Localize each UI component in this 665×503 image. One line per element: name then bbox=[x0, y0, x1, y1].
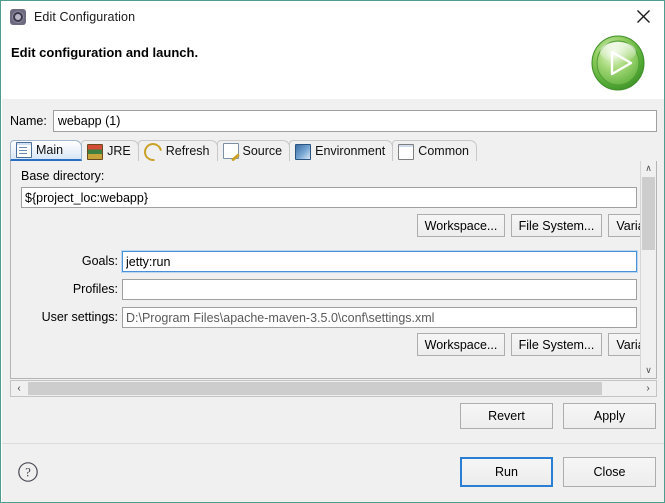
panel-horizontal-scrollbar[interactable]: ‹ › bbox=[10, 380, 657, 397]
user-settings-input[interactable] bbox=[122, 307, 637, 328]
jre-books-icon bbox=[87, 143, 104, 160]
name-label: Name: bbox=[10, 114, 47, 128]
close-icon[interactable] bbox=[621, 2, 664, 31]
revert-apply-button-group: Revert Apply bbox=[460, 403, 656, 429]
user-settings-file-system-button[interactable]: File System... bbox=[511, 333, 602, 356]
close-button[interactable]: Close bbox=[563, 457, 656, 487]
header-banner: Edit configuration and launch. bbox=[2, 31, 664, 100]
title-bar: Edit Configuration bbox=[2, 2, 664, 31]
base-directory-file-system-button[interactable]: File System... bbox=[511, 214, 602, 237]
edit-configuration-dialog: Edit Configuration Edit configuration an… bbox=[0, 0, 665, 503]
help-question-icon[interactable]: ? bbox=[17, 461, 39, 483]
base-directory-input[interactable] bbox=[21, 187, 637, 208]
dialog-footer: ? Run Close bbox=[2, 443, 664, 502]
base-directory-workspace-button[interactable]: Workspace... bbox=[417, 214, 505, 237]
tab-common[interactable]: Common bbox=[392, 140, 478, 161]
user-settings-label: User settings: bbox=[41, 310, 118, 324]
tab-refresh[interactable]: Refresh bbox=[137, 139, 218, 165]
scroll-right-arrow-icon[interactable]: › bbox=[640, 381, 656, 396]
user-settings-workspace-button[interactable]: Workspace... bbox=[417, 333, 505, 356]
run-button[interactable]: Run bbox=[460, 457, 553, 487]
goals-label: Goals: bbox=[81, 254, 118, 268]
scroll-up-arrow-icon[interactable]: ∧ bbox=[641, 161, 656, 176]
tab-jre-label: JRE bbox=[107, 144, 131, 158]
tab-source-label: Source bbox=[242, 144, 283, 158]
window-title: Edit Configuration bbox=[34, 9, 136, 24]
scroll-left-arrow-icon[interactable]: ‹ bbox=[11, 381, 27, 396]
configuration-gear-icon bbox=[10, 8, 26, 25]
panel-vertical-scrollbar[interactable]: ∧ ∨ bbox=[640, 161, 656, 378]
tab-environment-label: Environment bbox=[315, 144, 386, 158]
main-tab-content: Base directory: Workspace... File System… bbox=[11, 161, 656, 378]
page-title: Edit configuration and launch. bbox=[11, 45, 199, 60]
vertical-scroll-thumb[interactable] bbox=[642, 177, 655, 250]
environment-icon bbox=[295, 144, 312, 160]
tab-jre[interactable]: JRE bbox=[81, 140, 139, 161]
footer-button-group: Run Close bbox=[460, 457, 656, 487]
name-row: Name: bbox=[10, 109, 657, 133]
tab-strip: Main JRE Refresh Source Environment Comm… bbox=[10, 139, 657, 165]
common-window-icon bbox=[398, 143, 415, 160]
document-main-icon bbox=[16, 142, 32, 158]
apply-button[interactable]: Apply bbox=[563, 403, 656, 429]
tab-main[interactable]: Main bbox=[10, 140, 83, 161]
tab-common-label: Common bbox=[418, 144, 470, 158]
profiles-label: Profiles: bbox=[72, 282, 118, 296]
base-directory-label: Base directory: bbox=[21, 169, 105, 183]
revert-button[interactable]: Revert bbox=[460, 403, 553, 429]
name-input[interactable] bbox=[52, 110, 657, 132]
tab-refresh-label: Refresh bbox=[165, 144, 210, 158]
scroll-down-arrow-icon[interactable]: ∨ bbox=[641, 363, 656, 378]
dialog-body: Name: Main JRE Refresh Source bbox=[2, 99, 664, 443]
green-play-run-icon bbox=[589, 34, 647, 92]
profiles-input[interactable] bbox=[122, 279, 637, 300]
main-tab-panel: Base directory: Workspace... File System… bbox=[10, 161, 657, 379]
tab-main-label: Main bbox=[36, 143, 64, 157]
horizontal-scroll-thumb[interactable] bbox=[28, 382, 602, 395]
tab-source[interactable]: Source bbox=[216, 140, 291, 161]
svg-text:?: ? bbox=[25, 465, 31, 479]
source-pencil-icon bbox=[222, 143, 239, 159]
goals-input[interactable] bbox=[122, 251, 637, 272]
tab-environment[interactable]: Environment bbox=[289, 140, 394, 161]
